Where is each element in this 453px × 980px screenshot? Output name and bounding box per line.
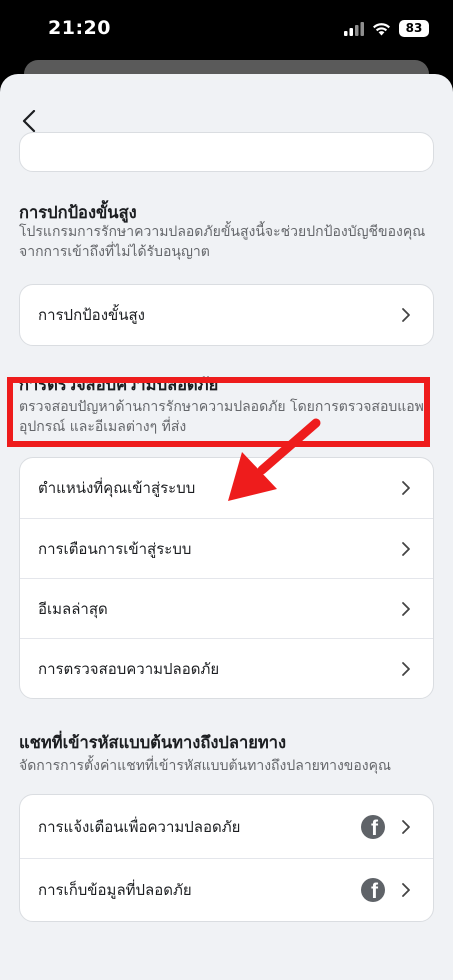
row-where-logged-in[interactable]: ตำแหน่งที่คุณเข้าสู่ระบบ [20,458,433,518]
chevron-right-icon [402,481,410,495]
row-label: การเตือนการเข้าสู่ระบบ [38,539,192,558]
row-login-alerts[interactable]: การเตือนการเข้าสู่ระบบ [20,518,433,578]
status-bar: 21:20 83 [0,0,453,60]
facebook-icon: f [361,878,385,902]
chevron-right-icon [402,883,410,897]
previous-section-card [19,132,434,172]
row-label: ตำแหน่งที่คุณเข้าสู่ระบบ [38,479,196,497]
wifi-icon [373,22,390,35]
annotation-highlight-box [7,377,430,447]
status-time: 21:20 [48,17,111,39]
battery-level: 83 [399,20,429,37]
e2ee-chats-title: แชทที่เข้ารหัสแบบต้นทางถึงปลายทาง [19,733,287,752]
row-label: การปกป้องขั้นสูง [38,306,146,324]
e2ee-chats-card: การแจ้งเตือนเพื่อความปลอดภัย f การเก็บข้… [19,794,434,922]
chevron-right-icon [402,601,410,616]
row-secure-storage[interactable]: การเก็บข้อมูลที่ปลอดภัย f [20,858,433,921]
facebook-icon: f [361,814,385,839]
row-advanced-protection[interactable]: การปกป้องขั้นสูง [20,285,433,345]
row-recent-emails[interactable]: อีเมลล่าสุด [20,578,433,638]
security-checkup-card: ตำแหน่งที่คุณเข้าสู่ระบบ การเตือนการเข้า… [19,457,434,699]
advanced-protection-description: โปรแกรมการรักษาความปลอดภัยขั้นสูงนี้จะช่… [19,224,426,260]
security-sheet: การปกป้องขั้นสูง โปรแกรมการรักษาความปลอด… [0,74,453,980]
status-icons: 83 [344,20,429,37]
back-button[interactable] [16,108,42,134]
signal-icon [344,21,364,36]
row-security-checkup[interactable]: การตรวจสอบความปลอดภัย [20,638,433,698]
row-label: การตรวจสอบความปลอดภัย [38,659,220,678]
chevron-right-icon [402,308,410,322]
row-security-alerts[interactable]: การแจ้งเตือนเพื่อความปลอดภัย f [20,795,433,858]
chevron-left-icon [22,110,36,132]
row-label: การเก็บข้อมูลที่ปลอดภัย [38,881,192,899]
chevron-right-icon [402,819,410,834]
chevron-right-icon [402,541,410,556]
e2ee-chats-description: จัดการการตั้งค่าแชทที่เข้ารหัสแบบต้นทางถ… [19,758,391,774]
row-label: การแจ้งเตือนเพื่อความปลอดภัย [38,817,241,836]
advanced-protection-card: การปกป้องขั้นสูง [19,284,434,346]
chevron-right-icon [402,661,410,676]
row-label: อีเมลล่าสุด [38,599,108,618]
